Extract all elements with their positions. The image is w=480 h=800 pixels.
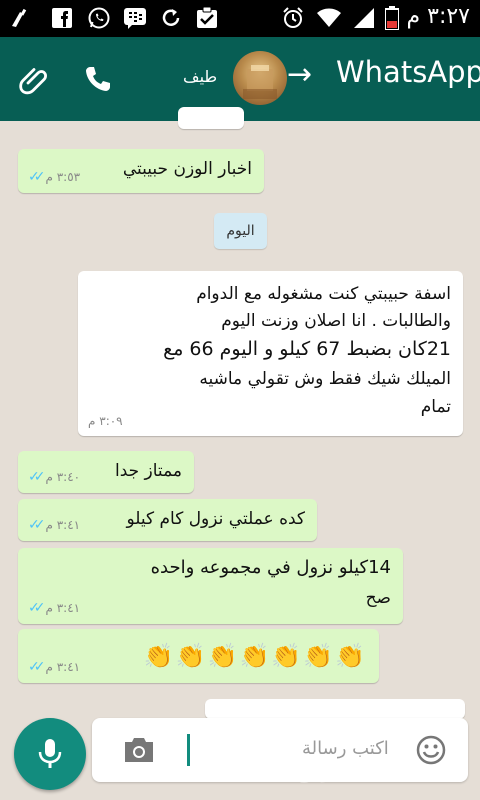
message-input[interactable]: اكتب رسالة xyxy=(92,718,468,782)
double-check-icon: ✓✓ xyxy=(28,469,46,485)
clapping-emojis: 👏👏👏👏👏👏👏 xyxy=(143,642,367,670)
microphone-button[interactable] xyxy=(14,718,86,790)
message-sent-5[interactable]: 👏👏👏👏👏👏👏 ✓✓ ٣:٤١ م xyxy=(18,629,379,683)
message-time: ٣:٤١ م xyxy=(45,601,81,615)
message-text-line: والطالبات . انا اصلان وزنت اليوم xyxy=(221,311,451,331)
message-text: اخبار الوزن حبيبتي xyxy=(122,159,252,179)
message-text: كده عملتي نزول كام كيلو xyxy=(126,509,305,529)
camera-icon[interactable] xyxy=(122,736,156,764)
message-meta: ✓✓ ٣:٤١ م xyxy=(28,517,80,533)
whatsapp-icon xyxy=(86,6,112,30)
message-received-1[interactable]: اسفة حبيبتي كنت مشغوله مع الدوام والطالب… xyxy=(78,271,463,436)
cleanup-icon xyxy=(8,6,32,30)
app-title: WhatsApp xyxy=(336,55,480,89)
contact-avatar[interactable] xyxy=(233,51,287,105)
contact-name[interactable]: طيف xyxy=(183,67,217,86)
message-sent-1[interactable]: اخبار الوزن حبيبتي ✓✓ ٣:٥٣ م xyxy=(18,149,264,193)
arrow-right-icon[interactable]: → xyxy=(287,60,312,90)
message-text-line: تمام xyxy=(420,397,451,417)
message-time: ٣:٤١ م xyxy=(45,518,81,532)
message-meta: ✓✓ ٣:٤٠ م xyxy=(28,469,80,485)
watermark: حراج xyxy=(290,748,363,783)
emoji-icon[interactable] xyxy=(416,735,446,765)
message-time: ٣:٤١ م xyxy=(45,660,81,674)
status-time: ٣:٢٧ م xyxy=(406,4,471,29)
message-text-line: الميلك شيك فقط وش تقولي ماشيه xyxy=(199,369,451,389)
facebook-icon xyxy=(50,6,74,30)
message-meta: ✓✓ ٣:٥٣ م xyxy=(28,169,80,185)
checklist-icon xyxy=(194,6,220,30)
partial-bubble-top xyxy=(178,107,244,129)
message-text-line: 21كان بضبط 67 كيلو و اليوم 66 مع xyxy=(163,338,451,360)
message-sent-3[interactable]: كده عملتي نزول كام كيلو ✓✓ ٣:٤١ م xyxy=(18,499,317,541)
message-sent-2[interactable]: ممتاز جدا ✓✓ ٣:٤٠ م xyxy=(18,451,194,493)
attach-icon[interactable] xyxy=(16,61,52,97)
message-sent-4[interactable]: 14كيلو نزول في مجموعه واحده صح ✓✓ ٣:٤١ م xyxy=(18,548,403,624)
call-icon[interactable] xyxy=(82,63,114,95)
double-check-icon: ✓✓ xyxy=(28,600,46,616)
date-separator: اليوم xyxy=(214,213,267,249)
message-time: ٣:٤٠ م xyxy=(45,470,81,484)
double-check-icon: ✓✓ xyxy=(28,659,46,675)
message-meta: ✓✓ ٣:٤١ م xyxy=(28,659,80,675)
signal-icon xyxy=(352,6,376,30)
chat-area[interactable]: اخبار الوزن حبيبتي ✓✓ ٣:٥٣ م اليوم اسفة … xyxy=(0,107,480,719)
status-bar: ٣:٢٧ م xyxy=(0,0,480,37)
message-text: ممتاز جدا xyxy=(114,461,182,481)
double-check-icon: ✓✓ xyxy=(28,517,46,533)
composer-bar: اكتب رسالة xyxy=(0,718,480,800)
message-time: ٣:٥٣ م xyxy=(45,170,81,184)
bbm-icon xyxy=(122,6,148,30)
message-text-line: صح xyxy=(365,588,391,608)
message-text-line: اسفة حبيبتي كنت مشغوله مع الدوام xyxy=(196,284,451,304)
partial-bubble-bottom xyxy=(205,699,465,719)
wifi-icon xyxy=(316,6,342,30)
text-cursor xyxy=(187,734,190,766)
double-check-icon: ✓✓ xyxy=(28,169,46,185)
sync-icon xyxy=(158,6,184,30)
message-time: ٣:٠٩ م xyxy=(88,414,123,428)
message-text-line: 14كيلو نزول في مجموعه واحده xyxy=(150,557,391,578)
microphone-icon xyxy=(38,739,62,768)
message-meta: ٣:٠٩ م xyxy=(88,414,123,428)
battery-icon xyxy=(384,6,400,30)
alarm-icon xyxy=(280,6,306,30)
message-meta: ✓✓ ٣:٤١ م xyxy=(28,600,80,616)
